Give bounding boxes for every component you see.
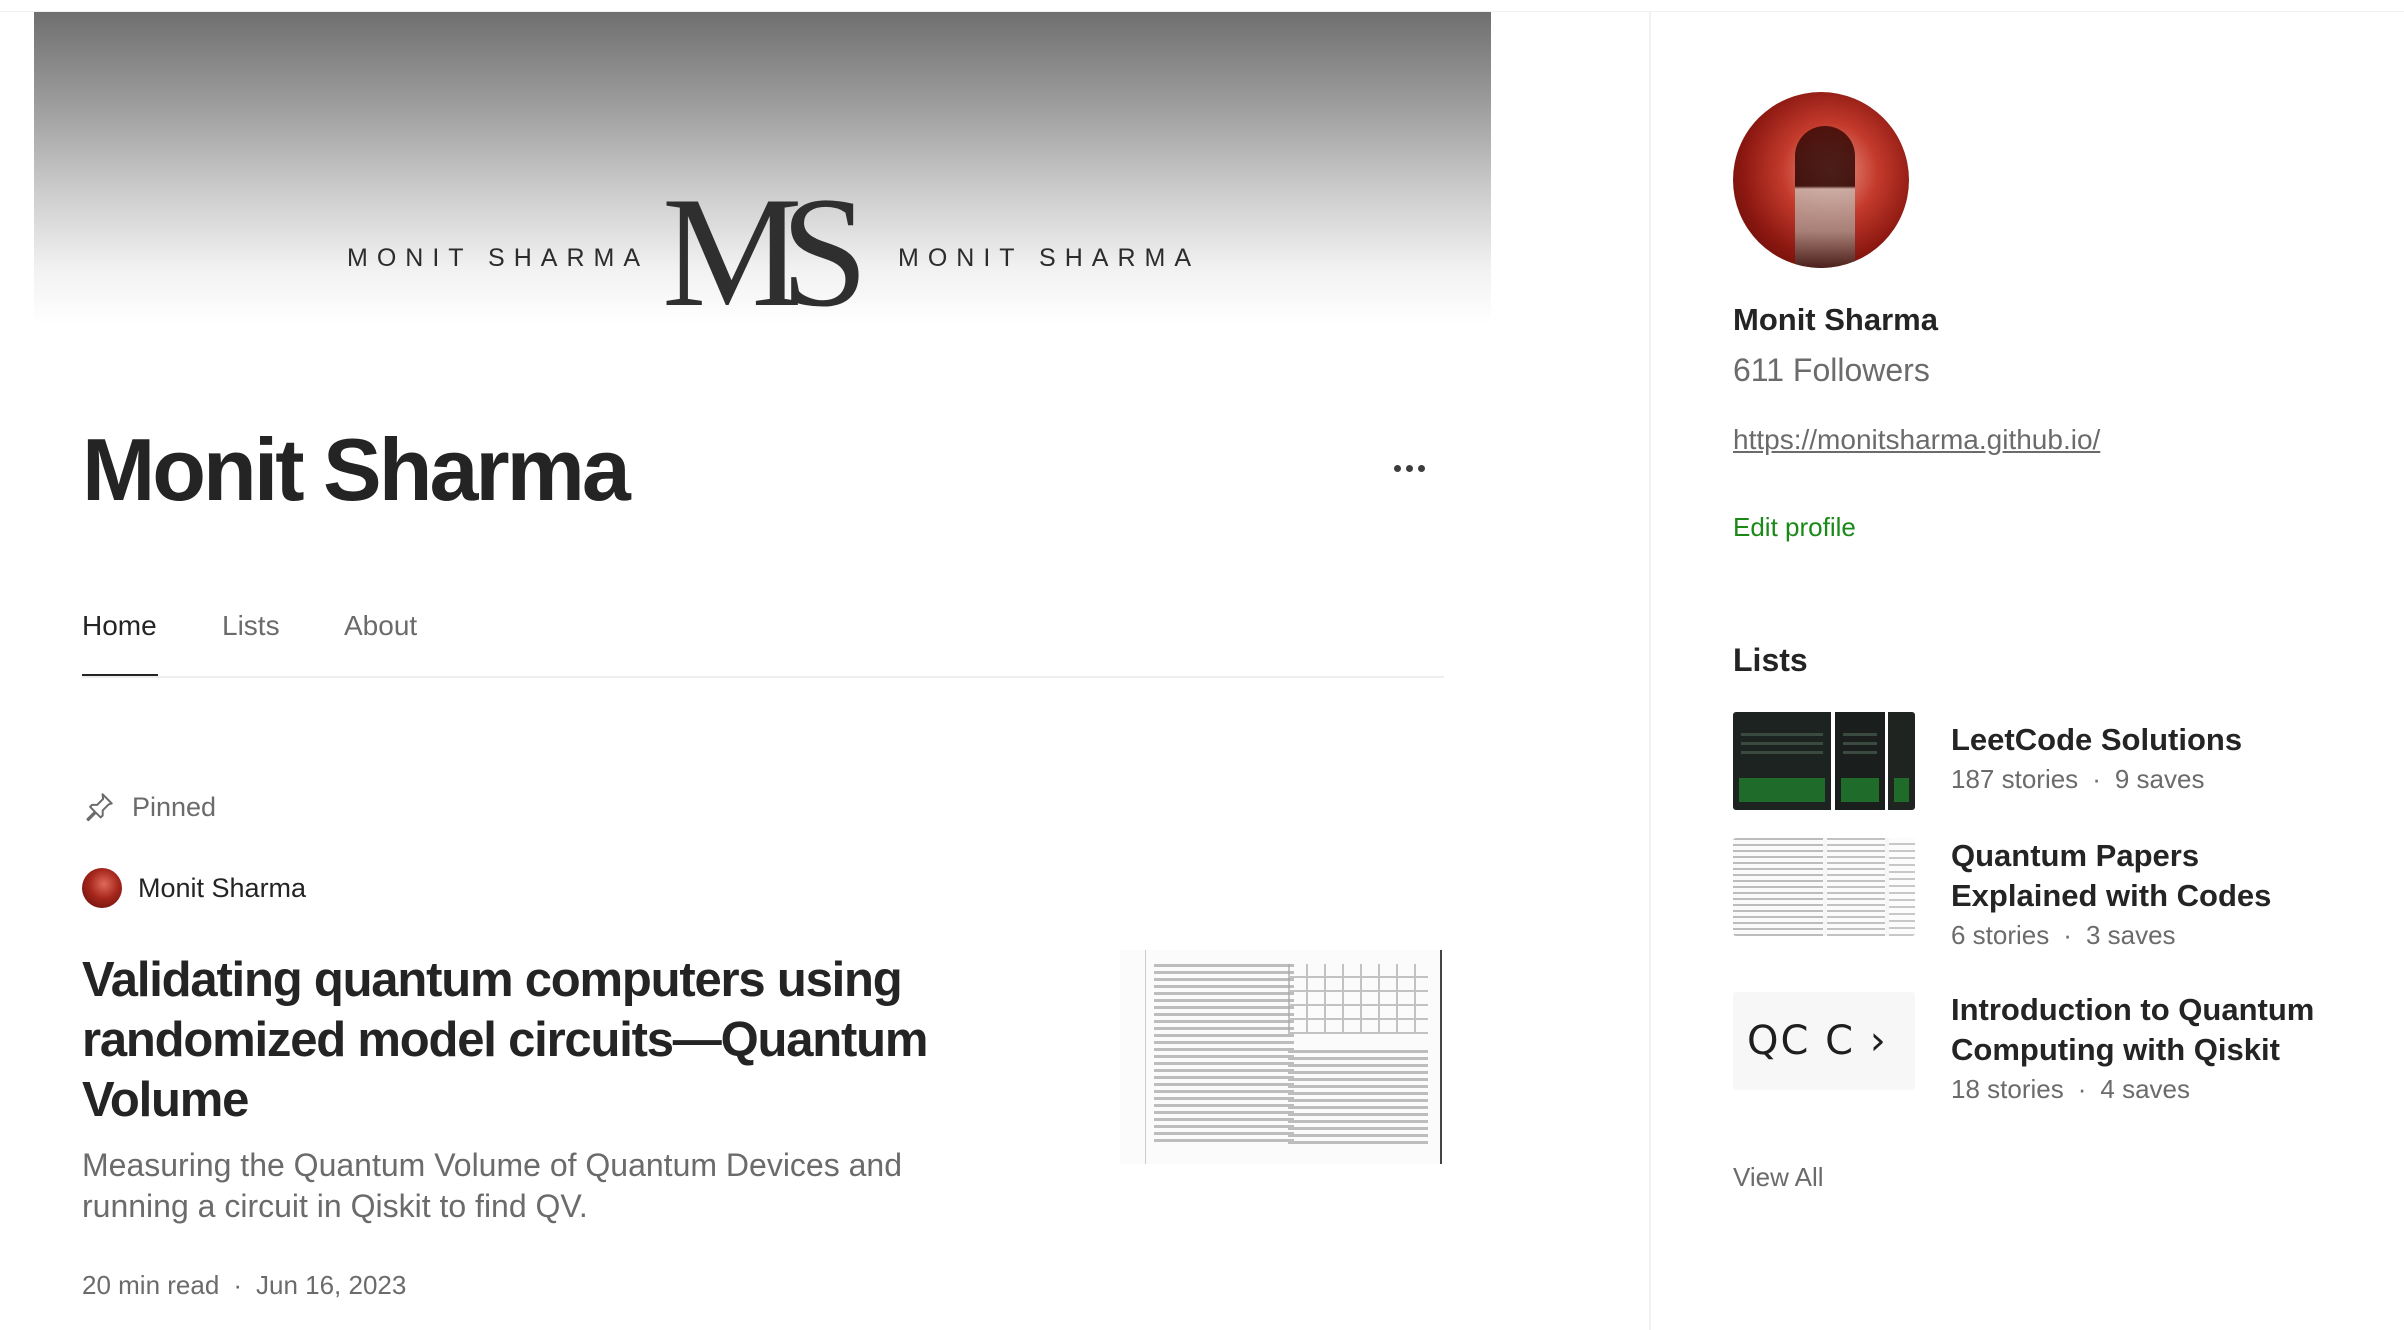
sidebar-name: Monit Sharma — [1733, 302, 1938, 337]
publish-date: Jun 16, 2023 — [255, 1270, 407, 1300]
view-all-lists-link[interactable]: View All — [1733, 1162, 1824, 1193]
list-title: Quantum Papers Explained with Codes — [1951, 838, 2272, 913]
meta-separator: · — [2077, 1074, 2087, 1104]
meta-separator: · — [2063, 920, 2072, 950]
tab-lists[interactable]: Lists — [222, 610, 280, 642]
list-stories: 187 stories — [1951, 764, 2079, 794]
avatar — [82, 868, 122, 908]
read-time: 20 min read — [82, 1270, 220, 1300]
tab-about[interactable]: About — [344, 610, 417, 642]
pin-icon — [86, 793, 113, 822]
tab-home[interactable]: Home — [82, 610, 157, 642]
list-saves: 3 saves — [2085, 920, 2176, 950]
ellipsis-icon — [1405, 464, 1413, 472]
followers-count[interactable]: 611 Followers — [1733, 352, 1930, 389]
page-title: Monit Sharma — [82, 420, 631, 519]
thumbnail-text-column — [1154, 964, 1294, 1146]
list-thumbnail — [1733, 712, 1915, 810]
banner-logo: MS — [662, 165, 868, 325]
more-options-button[interactable] — [1386, 448, 1432, 488]
thumbnail-margin — [1120, 950, 1146, 1164]
pinned-label: Pinned — [132, 791, 217, 822]
author-name: Monit Sharma — [138, 872, 307, 903]
profile-banner: MONIT SHARMA MS MONIT SHARMA — [34, 12, 1491, 324]
article-title[interactable]: Validating quantum computers using rando… — [82, 950, 962, 1130]
ellipsis-icon — [1393, 464, 1401, 472]
pinned-indicator: Pinned — [82, 790, 216, 824]
article-subtitle: Measuring the Quantum Volume of Quantum … — [82, 1147, 902, 1224]
ellipsis-icon — [1417, 464, 1425, 472]
website-link[interactable]: https://monitsharma.github.io/ — [1733, 424, 2100, 456]
thumbnail-text-column — [1288, 1050, 1428, 1148]
banner-text-right: MONIT SHARMA — [898, 244, 1200, 272]
avatar-photo — [1795, 126, 1855, 268]
list-thumbnail: QC C › — [1733, 992, 1915, 1090]
lists-heading: Lists — [1733, 642, 1808, 678]
author-row[interactable]: Monit Sharma — [82, 868, 306, 908]
banner-text-left: MONIT SHARMA — [347, 244, 649, 272]
profile-tabs: Home Lists About — [82, 600, 1444, 678]
article-thumbnail[interactable] — [1120, 950, 1442, 1164]
list-title: Introduction to Quantum Computing with Q… — [1951, 992, 2315, 1067]
edit-profile-link[interactable]: Edit profile — [1733, 512, 1856, 543]
list-saves: 9 saves — [2114, 764, 2205, 794]
list-stories: 18 stories — [1951, 1074, 2064, 1104]
list-thumbnail — [1733, 838, 1915, 936]
thumbnail-circuit-figure — [1288, 964, 1428, 1034]
meta-separator: · — [2092, 764, 2101, 794]
qc-logo-icon: QC C › — [1747, 1018, 1888, 1064]
profile-sidebar: Monit Sharma 611 Followers https://monit… — [1649, 12, 2404, 1330]
list-title: LeetCode Solutions — [1951, 722, 2243, 757]
meta-separator: · — [233, 1270, 242, 1300]
active-tab-indicator — [82, 674, 158, 676]
article-meta: 20 min read · Jun 16, 2023 — [82, 1270, 406, 1301]
list-saves: 4 saves — [2100, 1074, 2191, 1104]
avatar[interactable] — [1733, 92, 1909, 268]
list-stories: 6 stories — [1951, 920, 2050, 950]
